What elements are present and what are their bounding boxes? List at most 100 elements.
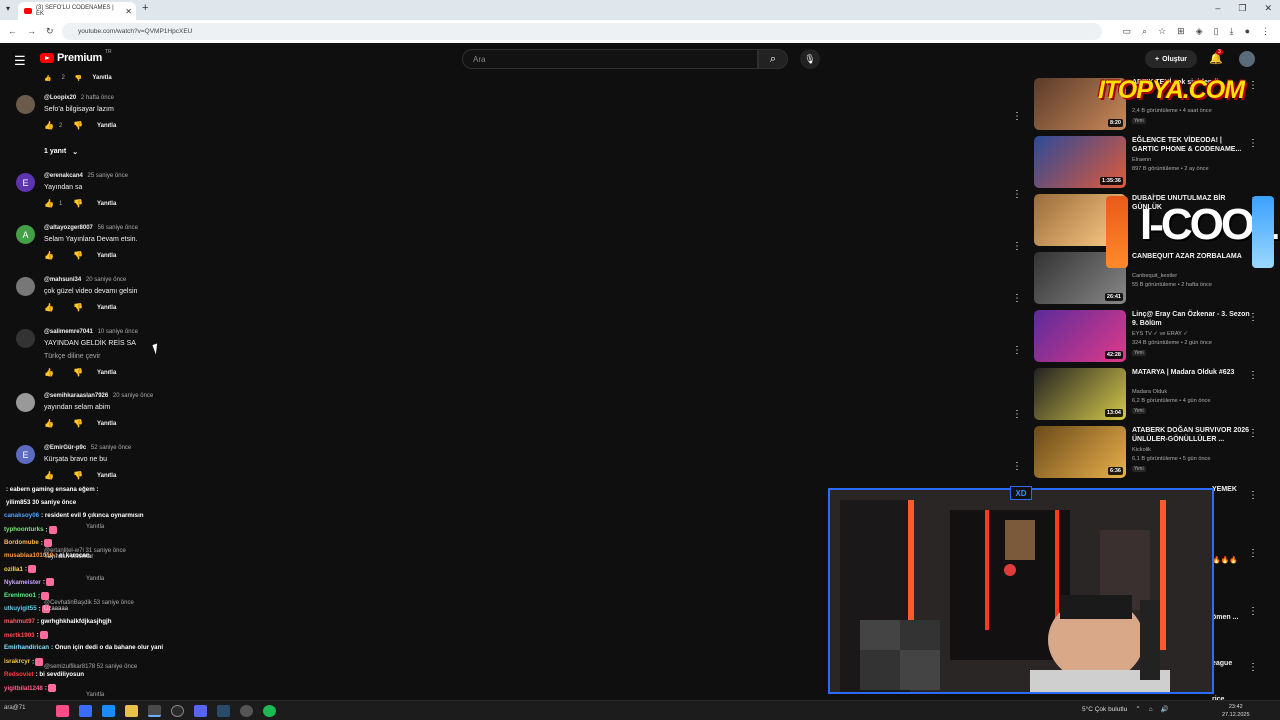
reply-button[interactable]: Yanıtla [97, 253, 116, 259]
reply-button[interactable]: Yanıtla [97, 305, 116, 311]
video-title[interactable]: ATABERK DOĞAN SURVIVOR 2026 ÜNLÜLER-GÖNÜ… [1132, 426, 1250, 444]
video-title[interactable]: EĞLENCE TEK VİDEODA! | GARTIC PHONE & CO… [1132, 136, 1250, 154]
profile-icon[interactable]: ● [1245, 26, 1250, 37]
create-button[interactable]: + Oluştur [1145, 50, 1197, 68]
cast-icon[interactable]: ▭ [1123, 26, 1132, 37]
close-window-icon[interactable]: ✕ [1264, 3, 1272, 14]
comment-menu-icon[interactable]: ⋮ [1012, 241, 1022, 252]
comment-time[interactable]: 20 saniye önce [86, 277, 126, 283]
taskbar-clock[interactable]: 23:42 27.12.2025 [1222, 703, 1250, 719]
chat-username[interactable]: mertk1903 [4, 632, 35, 639]
comment-menu-icon[interactable]: ⋮ [1012, 293, 1022, 304]
back-icon[interactable]: ← [8, 26, 17, 37]
comment-time[interactable]: 25 saniye önce [88, 173, 128, 179]
video-thumbnail[interactable]: 6:36 [1034, 426, 1126, 478]
video-channel[interactable]: Madara Olduk [1132, 388, 1167, 397]
chat-username[interactable]: Bordomube [4, 539, 39, 546]
commenter-avatar[interactable]: E [16, 445, 35, 464]
video-menu-icon[interactable]: ⋮ [1248, 548, 1258, 559]
comment-author[interactable]: @Loopix20 [44, 95, 76, 101]
search-input[interactable]: Ara [462, 49, 758, 69]
comment-author[interactable]: @semihkaraaslan7926 [44, 393, 108, 399]
volume-icon[interactable]: 🔊 [1161, 705, 1169, 713]
search-button[interactable]: ⌕ [758, 49, 788, 69]
chat-username[interactable]: Nykameister [4, 579, 41, 586]
like-icon[interactable]: 👍 [44, 368, 54, 377]
minimize-icon[interactable]: – [1215, 3, 1220, 14]
commenter-avatar[interactable] [16, 329, 35, 348]
network-icon[interactable]: ⌂ [1149, 706, 1153, 713]
reply-button[interactable]: Yanıtla [97, 473, 116, 479]
commenter-avatar[interactable] [16, 95, 35, 114]
comment-menu-icon[interactable]: ⋮ [1012, 461, 1022, 472]
like-icon[interactable]: 👍 [44, 75, 51, 82]
extension-icon[interactable]: ⊞ [1177, 26, 1185, 37]
video-thumbnail[interactable]: 1:35:36 [1034, 136, 1126, 188]
download-icon[interactable]: ⤓ [1230, 26, 1234, 37]
weather-text[interactable]: 5°C Çok bulutlu [1082, 706, 1127, 713]
extension2-icon[interactable]: ◈ [1196, 26, 1203, 37]
chat-username[interactable]: Redsoviet [4, 671, 34, 678]
comment-author[interactable]: @EmirGür-p9c [44, 445, 86, 451]
voice-search-button[interactable]: 🎙 [800, 49, 820, 69]
video-menu-icon[interactable]: ⋮ [1248, 138, 1258, 149]
dislike-icon[interactable]: 👎 [73, 471, 83, 480]
tab-close-icon[interactable]: ✕ [125, 7, 132, 16]
dislike-icon[interactable]: 👎 [73, 251, 83, 260]
sidepanel-icon[interactable]: ▯ [1214, 26, 1219, 37]
chat-username[interactable]: yigitbilal1248 [4, 685, 43, 692]
dislike-icon[interactable]: 👎 [73, 121, 83, 130]
video-thumbnail[interactable]: 13:04 [1034, 368, 1126, 420]
tab-search-icon[interactable]: ▾ [6, 4, 10, 13]
partial-video-title[interactable]: YEMEK [1212, 486, 1237, 493]
comment-menu-icon[interactable]: ⋮ [1012, 111, 1022, 122]
steam-icon[interactable] [217, 705, 230, 717]
video-channel[interactable]: Elraenn [1132, 156, 1151, 165]
like-icon[interactable]: 👍 [44, 303, 54, 312]
comment-time[interactable]: 2 hafta önce [81, 95, 114, 101]
tray-chevron-icon[interactable]: ⌃ [1135, 705, 1140, 713]
commenter-avatar[interactable]: E [16, 173, 35, 192]
app-icon-2[interactable] [79, 705, 92, 717]
commenter-avatar[interactable] [16, 393, 35, 412]
video-menu-icon[interactable]: ⋮ [1248, 312, 1258, 323]
hamburger-menu-icon[interactable]: ☰ [14, 53, 26, 69]
chat-username[interactable]: ozilla1 [4, 566, 23, 573]
reply-button[interactable]: Yanıtla [86, 692, 104, 698]
recommended-video[interactable]: 1:35:36 EĞLENCE TEK VİDEODA! | GARTIC PH… [1034, 136, 1264, 190]
dislike-icon[interactable]: 👎 [73, 419, 83, 428]
video-title[interactable]: Linç@ Eray Can Özkenar - 3. Sezon 9. Böl… [1132, 310, 1250, 328]
comment-author[interactable]: @semizulfikar8178 [44, 664, 95, 670]
dislike-icon[interactable]: 👎 [75, 75, 82, 82]
video-channel[interactable]: Kickolik [1132, 446, 1151, 455]
reply-button[interactable]: Yanıtla [97, 421, 116, 427]
comment-menu-icon[interactable]: ⋮ [1012, 345, 1022, 356]
browser-tab-active[interactable]: (3) SEFO'LU CODENAMES | EK ✕ [18, 2, 136, 20]
comment-author[interactable]: @erenakcan4 [44, 173, 83, 179]
chat-username[interactable]: Erenimoo1 [4, 592, 36, 599]
chat-username[interactable]: canaksoy06 [4, 512, 39, 519]
maximize-icon[interactable]: ❐ [1238, 3, 1246, 14]
video-menu-icon[interactable]: ⋮ [1248, 80, 1258, 91]
recommended-video[interactable]: 42:28 Linç@ Eray Can Özkenar - 3. Sezon … [1034, 310, 1264, 364]
like-icon[interactable]: 👍 [44, 199, 54, 208]
partial-video-title[interactable]: ömen ... [1212, 614, 1238, 621]
chat-username[interactable]: utkuyigit55 [4, 605, 37, 612]
app-icon-9[interactable] [240, 705, 253, 717]
youtube-premium-logo[interactable]: Premium TR [40, 49, 112, 64]
comment-author[interactable]: @salimemre7041 [44, 329, 93, 335]
video-thumbnail[interactable]: 42:28 [1034, 310, 1126, 362]
video-menu-icon[interactable]: ⋮ [1248, 606, 1258, 617]
explorer-icon[interactable] [125, 705, 138, 717]
comment-time[interactable]: 20 saniye önce [113, 393, 153, 399]
bookmark-star-icon[interactable]: ☆ [1158, 26, 1166, 37]
partial-video-title[interactable]: eague [1212, 660, 1232, 667]
like-icon[interactable]: 👍 [44, 121, 54, 130]
comment-menu-icon[interactable]: ⋮ [1012, 189, 1022, 200]
taskbar-search[interactable]: ara@71 [4, 705, 25, 711]
browser-menu-icon[interactable]: ⋮ [1261, 26, 1270, 37]
like-icon[interactable]: 👍 [44, 251, 54, 260]
video-title[interactable]: MATARYA | Madara Olduk #623 [1132, 368, 1250, 377]
comment-time[interactable]: 10 saniye önce [98, 329, 138, 335]
comment-author[interactable]: @mahsuni34 [44, 277, 81, 283]
